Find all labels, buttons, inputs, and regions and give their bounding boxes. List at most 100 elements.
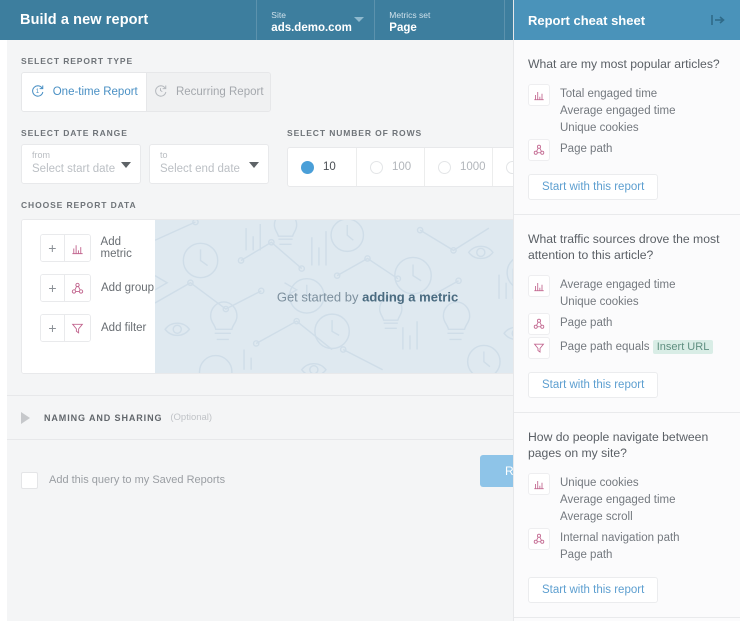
run-report-button[interactable]: Run xyxy=(480,455,513,487)
cheat-group: Total engaged time Average engaged time … xyxy=(528,84,726,137)
report-type-group: 1 One-time Report Recurring Report xyxy=(21,72,271,112)
cheat-item: Average engaged time xyxy=(560,494,676,506)
add-group-label: Add group xyxy=(101,282,155,294)
add-actions-column: + Add metric + Add group + Add filter xyxy=(22,220,155,373)
rows-option-10[interactable]: 10 xyxy=(288,148,356,186)
cheat-sheet-panel: Report cheat sheet What are my most popu… xyxy=(513,0,740,621)
page-title: Build a new report xyxy=(20,12,149,28)
left-rail xyxy=(0,40,7,621)
rows-option-1000-label: 1000 xyxy=(460,161,486,173)
cheat-item: Page path xyxy=(560,143,613,155)
cheat-group: Page path equals Insert URL xyxy=(528,337,726,359)
cheat-section: What traffic sources drove the most atte… xyxy=(514,215,740,413)
add-filter-button[interactable]: + xyxy=(40,314,91,342)
save-report-label: Add this query to my Saved Reports xyxy=(49,474,226,486)
cheat-group: Unique cookies Average engaged time Aver… xyxy=(528,473,726,526)
naming-and-sharing-section[interactable]: NAMING AND SHARING (Optional) xyxy=(7,396,513,439)
add-filter-label: Add filter xyxy=(101,322,147,334)
report-data-section-label: CHOOSE REPORT DATA xyxy=(21,200,137,210)
rows-option-100-label: 100 xyxy=(392,161,412,173)
save-report-checkbox[interactable] xyxy=(21,471,38,489)
main-column: Build a new report Site ads.demo.com Met… xyxy=(0,0,513,621)
report-type-row: 1 One-time Report Recurring Report xyxy=(21,72,513,112)
node-graph-icon xyxy=(528,528,550,550)
cheat-section: What are my most popular articles? Total… xyxy=(514,40,740,215)
svg-text:1: 1 xyxy=(36,88,40,95)
rows-section-label: SELECT NUMBER OF ROWS xyxy=(287,128,423,138)
empty-state-illustration: Get started by adding a metric xyxy=(155,220,513,373)
bar-chart-icon xyxy=(63,235,90,261)
report-builder-app: Build a new report Site ads.demo.com Met… xyxy=(0,0,740,621)
site-selector-label: Site xyxy=(271,10,286,20)
naming-and-sharing-title: NAMING AND SHARING xyxy=(44,412,163,423)
cheat-question: What traffic sources drove the most atte… xyxy=(528,232,720,262)
add-metric-label: Add metric xyxy=(100,236,132,260)
cheat-item-list: Page path xyxy=(560,139,612,161)
radio-icon xyxy=(370,160,383,174)
cheat-sheet-title: Report cheat sheet xyxy=(528,12,646,28)
add-metric-button[interactable]: + xyxy=(40,234,91,262)
start-date-field[interactable]: from Select start date xyxy=(21,144,141,184)
start-date-value: Select start date xyxy=(32,163,116,175)
add-metric-row: + Add metric xyxy=(40,234,155,262)
add-filter-row: + Add filter xyxy=(40,314,155,342)
rows-option-more[interactable] xyxy=(492,148,513,186)
empty-state-emphasis: adding a metric xyxy=(362,289,459,304)
radio-icon xyxy=(506,160,513,174)
cheat-item-list: Unique cookies Average engaged time Aver… xyxy=(560,473,676,526)
footer-bar: Add this query to my Saved Reports xyxy=(7,440,513,520)
funnel-icon xyxy=(528,337,550,359)
metrics-set-value: Page xyxy=(389,22,417,34)
rows-option-10-label: 10 xyxy=(323,161,336,173)
plus-icon: + xyxy=(41,315,64,341)
cheat-section: How do people navigate between pages on … xyxy=(514,413,740,618)
report-type-one-time-label: One-time Report xyxy=(52,86,138,98)
metrics-set-selector[interactable]: Metrics set Page xyxy=(374,0,504,40)
funnel-icon xyxy=(64,315,90,341)
cheat-item: Page path xyxy=(560,317,613,329)
report-type-recurring[interactable]: Recurring Report xyxy=(145,73,270,111)
radio-icon xyxy=(438,160,451,174)
cheat-item: Average engaged time xyxy=(560,105,676,117)
cheat-group: Page path xyxy=(528,313,726,335)
bar-chart-icon xyxy=(528,473,550,495)
cheat-item: Average engaged time xyxy=(560,279,676,291)
rows-radio-group: 10 100 1000 xyxy=(287,147,513,187)
node-graph-icon xyxy=(528,313,550,335)
cheat-item: Average scroll xyxy=(560,511,633,523)
report-type-one-time[interactable]: 1 One-time Report xyxy=(22,73,146,111)
cheat-item-list: Internal navigation path Page path xyxy=(560,528,680,564)
end-date-field[interactable]: to Select end date xyxy=(149,144,269,184)
chevron-down-icon xyxy=(249,162,259,168)
bar-chart-icon xyxy=(528,275,550,297)
collapse-panel-icon[interactable] xyxy=(710,13,726,27)
recurring-icon xyxy=(153,83,168,101)
site-selector[interactable]: Site ads.demo.com xyxy=(256,0,374,40)
cheat-question: How do people navigate between pages on … xyxy=(528,430,709,460)
insert-url-pill[interactable]: Insert URL xyxy=(652,340,714,354)
rows-section: SELECT NUMBER OF ROWS 10 100 1000 xyxy=(287,128,513,187)
cheat-item: Unique cookies xyxy=(560,296,639,308)
start-with-report-button[interactable]: Start with this report xyxy=(528,174,659,200)
node-graph-icon xyxy=(528,139,550,161)
cheat-item: Total engaged time xyxy=(560,88,658,100)
cheat-item: Unique cookies xyxy=(560,477,639,489)
radio-icon xyxy=(301,160,314,174)
cheat-item: Page path xyxy=(560,549,613,561)
cheat-item-with-pill: Page path equals Insert URL xyxy=(560,339,714,356)
add-group-row: + Add group xyxy=(40,274,155,302)
rows-option-100[interactable]: 100 xyxy=(356,148,424,186)
naming-optional-label: (Optional) xyxy=(170,412,213,423)
cheat-group: Page path xyxy=(528,139,726,161)
rows-option-1000[interactable]: 1000 xyxy=(424,148,492,186)
chevron-down-icon xyxy=(354,17,365,22)
end-date-value: Select end date xyxy=(160,163,240,175)
add-group-button[interactable]: + xyxy=(40,274,91,302)
cheat-item: Internal navigation path xyxy=(560,532,680,544)
report-data-panel: + Add metric + Add group + Add filter Ge… xyxy=(21,219,513,374)
plus-icon: + xyxy=(41,275,64,301)
start-with-report-button[interactable]: Start with this report xyxy=(528,577,659,603)
cheat-item: Unique cookies xyxy=(560,122,639,134)
one-time-icon: 1 xyxy=(30,83,45,101)
start-with-report-button[interactable]: Start with this report xyxy=(528,372,659,398)
